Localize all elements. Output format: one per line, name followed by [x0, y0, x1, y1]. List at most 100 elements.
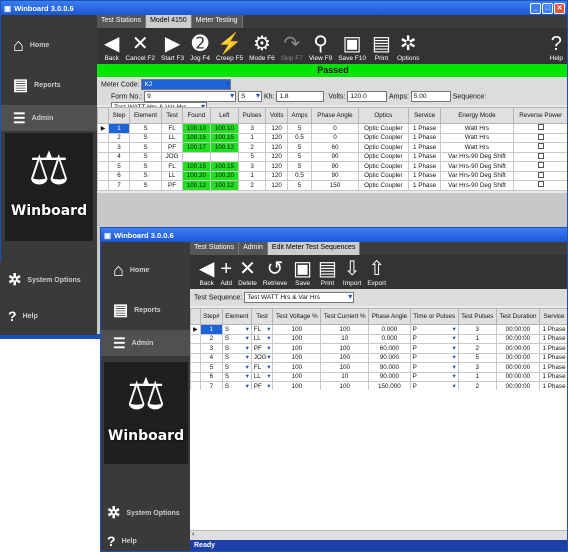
minimize-icon[interactable]: _: [530, 2, 541, 14]
reverse-power-checkbox[interactable]: [537, 152, 544, 159]
help-button[interactable]: ? Help: [547, 33, 567, 62]
chevron-down-icon[interactable]: ▾: [246, 326, 249, 333]
table-cell[interactable]: P ▾: [409, 324, 459, 335]
save-button[interactable]: ▣ Save F10: [335, 33, 369, 62]
chevron-down-icon[interactable]: ▾: [452, 345, 455, 352]
table-cell[interactable]: S ▾: [221, 362, 252, 373]
table-row[interactable]: 4 S JOG 5 120 5 90 Optic Coupler 1 Phase Var Hrs-…: [96, 151, 567, 162]
table-cell[interactable]: P ▾: [409, 362, 459, 373]
table-cell[interactable]: S ▾: [221, 333, 252, 344]
table-cell[interactable]: S ▾: [221, 343, 252, 354]
add-button[interactable]: + Add: [217, 258, 235, 287]
table-row[interactable]: 6 S LL 100.20 100.20 1 120 0.5 90 Optic Coupler 1 …: [96, 170, 567, 181]
print-button[interactable]: ▤ Print: [315, 258, 340, 287]
table-row[interactable]: 2 S ▾ LL ▾ 100 10 0.000 P ▾ 1 00:00:00 1 Phase: [190, 333, 567, 344]
reverse-power-checkbox[interactable]: [537, 162, 544, 169]
chevron-down-icon[interactable]: ▾: [246, 335, 249, 342]
maximize-icon[interactable]: □: [542, 2, 553, 14]
jog-button[interactable]: ➋ Jog F4: [187, 33, 213, 62]
test-sequence-select[interactable]: Test WATT Hrs & Var Hrs: [244, 292, 355, 303]
tab-model-4150[interactable]: Model 4150: [146, 15, 192, 28]
chevron-down-icon[interactable]: ▾: [452, 326, 455, 333]
table-cell[interactable]: FL ▾: [250, 362, 274, 373]
chevron-down-icon[interactable]: ▾: [246, 373, 249, 380]
chevron-down-icon[interactable]: ▾: [267, 345, 270, 352]
table-cell[interactable]: S ▾: [221, 352, 252, 363]
chevron-down-icon[interactable]: ▾: [246, 364, 249, 371]
chevron-down-icon[interactable]: ▾: [452, 373, 455, 380]
view-button[interactable]: ⚲ View F9: [306, 33, 335, 62]
form-no-select[interactable]: 9: [144, 91, 237, 102]
sidebar-item-home[interactable]: ⌂ Home: [101, 250, 190, 290]
save-button[interactable]: ▣ Save: [290, 258, 315, 287]
table-cell[interactable]: LL ▾: [250, 333, 274, 344]
sidebar-item-admin[interactable]: ☰ Admin: [101, 330, 190, 356]
table-row[interactable]: 6 S ▾ LL ▾ 100 10 90.000 P ▾ 1 00:00:00 1 Phase: [190, 371, 567, 382]
start-button[interactable]: ▶ Start F3: [158, 33, 187, 62]
horizontal-scrollbar[interactable]: ‹: [190, 530, 567, 540]
tab-edit-meter-test-sequences[interactable]: Edit Meter Test Sequences: [267, 242, 361, 255]
sidebar-item-help[interactable]: ? Help: [101, 530, 137, 551]
skip-button[interactable]: ↷ Skip F7: [278, 33, 306, 62]
sidebar-item-home[interactable]: ⌂ Home: [1, 25, 97, 65]
sidebar-item-system-options[interactable]: ✲ System Options: [0, 262, 96, 298]
tab-test-stations[interactable]: Test Stations: [97, 15, 147, 28]
chevron-down-icon[interactable]: ▾: [452, 383, 455, 390]
table-row[interactable]: 2 S LL 100.15 100.15 1 120 0.5 0 Optic Coupler 1 P…: [96, 132, 567, 143]
chevron-down-icon[interactable]: ▾: [267, 335, 270, 342]
chevron-down-icon[interactable]: ▾: [246, 354, 249, 361]
chevron-down-icon[interactable]: ▾: [452, 364, 455, 371]
table-row[interactable]: 4 S ▾ JOG ▾ 100 100 90.000 P ▾ 5 00:00:00 1 Phase: [190, 352, 567, 363]
reverse-power-checkbox[interactable]: [537, 181, 544, 188]
table-cell[interactable]: PF ▾: [250, 343, 274, 354]
reverse-power-checkbox[interactable]: [537, 133, 544, 140]
meter-code-select[interactable]: K2: [141, 79, 232, 90]
table-cell[interactable]: FL ▾: [250, 324, 274, 335]
tab-meter-testing[interactable]: Meter Testing: [191, 15, 243, 28]
table-cell[interactable]: LL ▾: [250, 371, 274, 382]
chevron-down-icon[interactable]: ▾: [267, 354, 270, 361]
chevron-down-icon[interactable]: ▾: [267, 383, 270, 390]
reverse-power-checkbox[interactable]: [537, 143, 544, 150]
form-suffix-select[interactable]: S: [238, 91, 263, 102]
close-icon[interactable]: ✕: [554, 2, 565, 14]
reverse-power-checkbox[interactable]: [537, 124, 544, 131]
table-row[interactable]: 7 S PF 100.12 100.12 2 120 5 150 Optic Coupler 1 P…: [96, 180, 567, 191]
mode-button[interactable]: ⚙ Mode F6: [246, 33, 278, 62]
options-button[interactable]: ✲ Options: [394, 33, 422, 62]
cancel-button[interactable]: ✕ Cancel F2: [122, 33, 158, 62]
volts-input[interactable]: 120.0: [347, 91, 388, 102]
chevron-down-icon[interactable]: ▾: [267, 364, 270, 371]
table-cell[interactable]: S ▾: [221, 324, 252, 335]
sidebar-item-admin[interactable]: ☰ Admin: [1, 105, 97, 131]
table-cell[interactable]: P ▾: [409, 352, 459, 363]
sidebar-item-reports[interactable]: ▤ Reports: [1, 65, 97, 105]
table-row[interactable]: 5 S FL 100.15 100.15 3 120 5 90 Optic Coupler 1 Ph…: [96, 161, 567, 172]
chevron-down-icon[interactable]: ▾: [267, 373, 270, 380]
table-row[interactable]: 3 S PF 100.17 100.12 2 120 5 60 Optic Coupler 1 Ph…: [96, 142, 567, 153]
tab-test-stations[interactable]: Test Stations: [190, 242, 240, 255]
retrieve-button[interactable]: ↺ Retrieve: [260, 258, 290, 287]
table-row[interactable]: ▶ 1 S ▾ FL ▾ 100 100 0.000 P ▾ 3 00:00:00 1 Phase: [190, 324, 567, 335]
sidebar-item-system-options[interactable]: ✲ System Options: [101, 500, 180, 526]
table-cell[interactable]: S ▾: [221, 371, 252, 382]
chevron-down-icon[interactable]: ▾: [452, 354, 455, 361]
table-cell[interactable]: P ▾: [409, 333, 459, 344]
tab-admin[interactable]: Admin: [239, 242, 268, 255]
import-button[interactable]: ⇩ Import: [340, 258, 364, 287]
reverse-power-checkbox[interactable]: [537, 171, 544, 178]
table-row[interactable]: ▶ 1 S FL 100.10 100.10 3 120 5 0 Optic Coupler 1 Ph…: [96, 123, 567, 134]
table-cell[interactable]: P ▾: [409, 343, 459, 354]
sidebar-item-help[interactable]: ? Help: [0, 298, 96, 334]
sidebar-item-reports[interactable]: ▤ Reports: [101, 290, 190, 330]
kh-input[interactable]: 1.8: [276, 91, 325, 102]
table-row[interactable]: 3 S ▾ PF ▾ 100 100 60.000 P ▾ 2 00:00:00 1 Phase: [190, 343, 567, 354]
chevron-down-icon[interactable]: ▾: [246, 383, 249, 390]
print-button[interactable]: ▤ Print: [369, 33, 394, 62]
creep-button[interactable]: ⚡ Creep F5: [213, 33, 246, 62]
table-row[interactable]: 5 S ▾ FL ▾ 100 100 90.000 P ▾ 3 00:00:00 1 Phase: [190, 362, 567, 373]
amps-input[interactable]: 5.00: [410, 91, 451, 102]
chevron-down-icon[interactable]: ▾: [267, 326, 270, 333]
back-button[interactable]: ◀ Back: [196, 258, 217, 287]
delete-button[interactable]: ✕ Delete: [235, 258, 260, 287]
